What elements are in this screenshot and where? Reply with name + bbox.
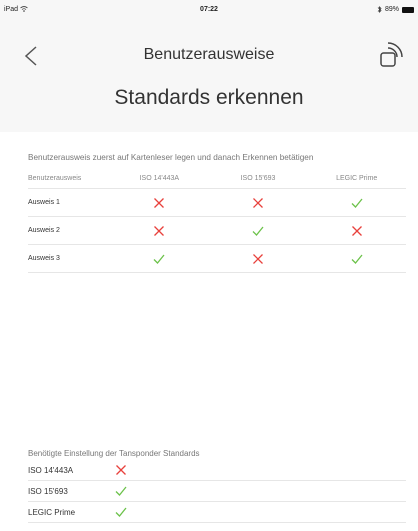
card-name: Ausweis 1 [28, 199, 60, 206]
header: iPad 07:22 89% Benutzerausweise Standard… [0, 0, 418, 132]
status-bar: iPad 07:22 89% [0, 0, 418, 20]
column-header: ISO 14'443A [139, 174, 180, 182]
result-cell [307, 196, 406, 210]
result-cell [209, 224, 308, 238]
cross-icon [154, 197, 165, 208]
list-item: LEGIC Prime [28, 502, 406, 523]
required-standards-list: ISO 14'443A ISO 15'693 LEGIC Prime [28, 460, 406, 523]
bluetooth-icon [377, 6, 382, 13]
card-name: Ausweis 2 [28, 227, 60, 234]
cross-icon [253, 197, 263, 208]
status-right: 89% [377, 6, 414, 13]
page-title: Standards erkennen [114, 86, 304, 109]
check-icon [252, 226, 264, 236]
check-icon [351, 198, 363, 208]
result-cell [307, 252, 406, 266]
check-icon [351, 254, 363, 264]
result-cell [209, 252, 308, 266]
table-body: Ausweis 1 Ausweis 2 Ausweis 3 [28, 189, 406, 273]
standard-name: LEGIC Prime [28, 507, 76, 517]
column-header: LEGIC Prime [336, 174, 378, 182]
result-cell [110, 196, 209, 210]
detection-table: Benutzerausweis ISO 14'443A ISO 15'693 L… [28, 168, 406, 273]
instruction-text: Benutzerausweis zuerst auf Kartenleser l… [28, 153, 314, 162]
status-time: 07:22 [200, 6, 218, 13]
result-cell [110, 224, 209, 238]
column-header: ISO 15'693 [240, 174, 276, 182]
result-cell [307, 224, 406, 238]
reader-connect-button[interactable] [376, 40, 404, 68]
battery-percent: 89% [384, 6, 399, 13]
cross-icon [116, 465, 126, 475]
table-row: Ausweis 3 [28, 245, 406, 273]
check-icon [115, 486, 127, 496]
required-section-label: Benötigte Einstellung der Tansponder Sta… [28, 449, 200, 458]
table-row: Ausweis 2 [28, 217, 406, 245]
table-row: Ausweis 1 [28, 189, 406, 217]
result-cell [209, 196, 308, 210]
list-item: ISO 14'443A [28, 460, 406, 481]
cross-icon [253, 253, 263, 264]
cross-icon [351, 225, 362, 236]
nav-title: Benutzerausweise [143, 46, 275, 63]
cross-icon [154, 225, 165, 236]
card-name: Ausweis 3 [28, 255, 60, 262]
check-icon [115, 507, 127, 517]
standard-name: ISO 15'693 [28, 486, 68, 496]
check-icon [153, 254, 165, 264]
table-header-row: Benutzerausweis ISO 14'443A ISO 15'693 L… [28, 168, 406, 189]
battery-icon [402, 6, 414, 13]
standard-name: ISO 14'443A [28, 465, 74, 475]
column-header: Benutzerausweis [28, 174, 82, 182]
list-item: ISO 15'693 [28, 481, 406, 502]
required-list-body: ISO 14'443A ISO 15'693 LEGIC Prime [28, 460, 406, 523]
result-cell [110, 252, 209, 266]
reader-connect-icon [380, 42, 403, 67]
